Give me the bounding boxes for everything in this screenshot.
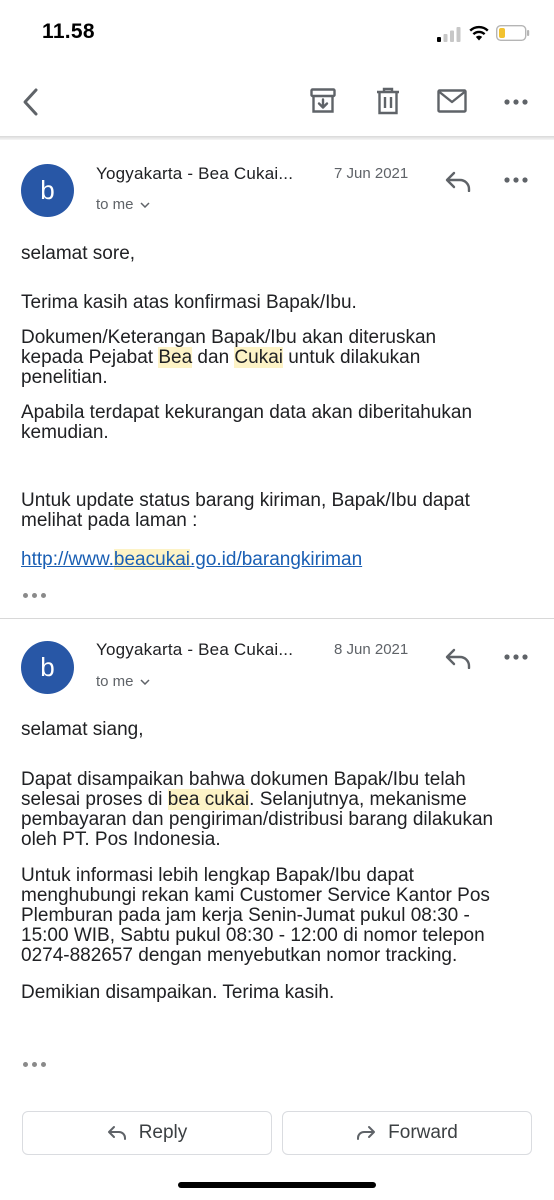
reply-message-button[interactable] bbox=[440, 643, 476, 673]
status-time: 11.58 bbox=[42, 20, 95, 43]
show-trimmed-content-button[interactable] bbox=[23, 593, 46, 598]
body-paragraph: Terima kasih atas konfirmasi Bapak/Ibu. bbox=[21, 292, 357, 313]
trash-icon bbox=[377, 87, 399, 115]
text-span: untuk dilakukan bbox=[283, 347, 421, 368]
body-line: pembayaran dan pengiriman/distribusi bar… bbox=[21, 809, 494, 830]
reply-message-button[interactable] bbox=[440, 166, 476, 196]
sender-name[interactable]: Yogyakarta - Bea Cukai... bbox=[96, 640, 293, 660]
reply-icon bbox=[445, 171, 471, 192]
mark-unread-button[interactable] bbox=[434, 84, 470, 118]
text-span: .go.id/barangkiriman bbox=[189, 549, 363, 570]
barang-kiriman-link[interactable]: http://www.beacukai.go.id/barangkiriman bbox=[21, 549, 363, 570]
sender-avatar: b bbox=[21, 641, 74, 694]
back-button[interactable] bbox=[14, 84, 46, 120]
body-line: 0274-882657 dengan menyebutkan nomor tra… bbox=[21, 945, 458, 966]
body-paragraph: Dokumen/Keterangan Bapak/Ibu akan diteru… bbox=[21, 328, 436, 388]
more-horizontal-icon bbox=[504, 654, 528, 660]
chevron-down-icon bbox=[139, 672, 150, 689]
highlighted-term: bea cukai bbox=[167, 789, 250, 810]
more-options-button[interactable] bbox=[500, 88, 532, 116]
greeting-text: selamat siang, bbox=[21, 719, 144, 740]
message-divider bbox=[0, 618, 554, 619]
forward-icon bbox=[357, 1126, 376, 1140]
message-more-button[interactable] bbox=[500, 643, 532, 671]
recipient-details[interactable]: to me bbox=[96, 195, 150, 213]
highlighted-term: Bea bbox=[158, 347, 193, 368]
message-date: 7 Jun 2021 bbox=[334, 165, 409, 182]
recipient-details[interactable]: to me bbox=[96, 672, 150, 690]
show-trimmed-content-button[interactable] bbox=[23, 1062, 46, 1067]
greeting-text: selamat sore, bbox=[21, 243, 136, 264]
battery-icon bbox=[496, 25, 530, 41]
body-line: 15:00 WIB, Sabtu pukul 08:30 - 12:00 di … bbox=[21, 925, 485, 946]
home-indicator[interactable] bbox=[178, 1182, 376, 1188]
sender-avatar: b bbox=[21, 164, 74, 217]
toolbar-divider bbox=[0, 136, 554, 140]
body-line: kemudian. bbox=[21, 422, 109, 443]
text-span: . Selanjutnya, mekanisme bbox=[249, 789, 467, 810]
forward-button[interactable]: Forward bbox=[282, 1111, 532, 1155]
body-line: selesai proses di bea cukai. Selanjutnya… bbox=[21, 789, 493, 810]
recipient-label: to me bbox=[96, 673, 134, 690]
reply-icon bbox=[445, 648, 471, 669]
body-line: Plemburan pada jam kerja Senin-Jumat puk… bbox=[21, 905, 470, 926]
body-line: Untuk update status barang kiriman, Bapa… bbox=[21, 490, 470, 511]
text-span: http://www. bbox=[21, 549, 114, 570]
chevron-left-icon bbox=[23, 88, 38, 116]
highlighted-term: beacukai bbox=[113, 549, 190, 570]
delete-button[interactable] bbox=[371, 84, 405, 118]
body-line: penelitian. bbox=[21, 367, 108, 388]
text-span: selesai proses di bbox=[21, 789, 168, 810]
text-span: dan bbox=[192, 347, 235, 368]
body-line: oleh PT. Pos Indonesia. bbox=[21, 829, 221, 850]
recipient-label: to me bbox=[96, 196, 134, 213]
body-line: melihat pada laman : bbox=[21, 510, 198, 531]
text-span: kepada Pejabat bbox=[21, 347, 159, 368]
body-paragraph: Untuk informasi lebih lengkap Bapak/Ibu … bbox=[21, 866, 490, 966]
more-horizontal-icon bbox=[504, 177, 528, 183]
archive-button[interactable] bbox=[306, 84, 340, 118]
body-paragraph: Apabila terdapat kekurangan data akan di… bbox=[21, 403, 472, 443]
message-date: 8 Jun 2021 bbox=[334, 641, 409, 658]
archive-icon bbox=[310, 88, 336, 113]
reply-icon bbox=[107, 1126, 126, 1140]
highlighted-term: Cukai bbox=[234, 347, 283, 368]
body-line: menghubungi rekan kami Customer Service … bbox=[21, 885, 490, 906]
more-horizontal-icon bbox=[504, 99, 528, 105]
mail-icon bbox=[437, 89, 467, 113]
body-paragraph: Demikian disampaikan. Terima kasih. bbox=[21, 982, 335, 1003]
body-line: Dapat disampaikan bahwa dokumen Bapak/Ib… bbox=[21, 769, 466, 790]
wifi-icon bbox=[469, 25, 489, 41]
cellular-signal-icon bbox=[437, 27, 461, 42]
reply-button[interactable]: Reply bbox=[22, 1111, 272, 1155]
body-paragraph: Untuk update status barang kiriman, Bapa… bbox=[21, 491, 470, 531]
body-line: Apabila terdapat kekurangan data akan di… bbox=[21, 402, 473, 423]
body-line: Untuk informasi lebih lengkap Bapak/Ibu … bbox=[21, 865, 414, 886]
chevron-down-icon bbox=[139, 195, 150, 212]
sender-name[interactable]: Yogyakarta - Bea Cukai... bbox=[96, 164, 293, 184]
reply-label: Reply bbox=[138, 1122, 188, 1143]
message-more-button[interactable] bbox=[500, 166, 532, 194]
body-paragraph: Dapat disampaikan bahwa dokumen Bapak/Ib… bbox=[21, 770, 493, 850]
body-line: Dokumen/Keterangan Bapak/Ibu akan diteru… bbox=[21, 327, 437, 348]
body-line: kepada Pejabat Bea dan Cukai untuk dilak… bbox=[21, 347, 436, 368]
forward-label: Forward bbox=[388, 1122, 458, 1143]
